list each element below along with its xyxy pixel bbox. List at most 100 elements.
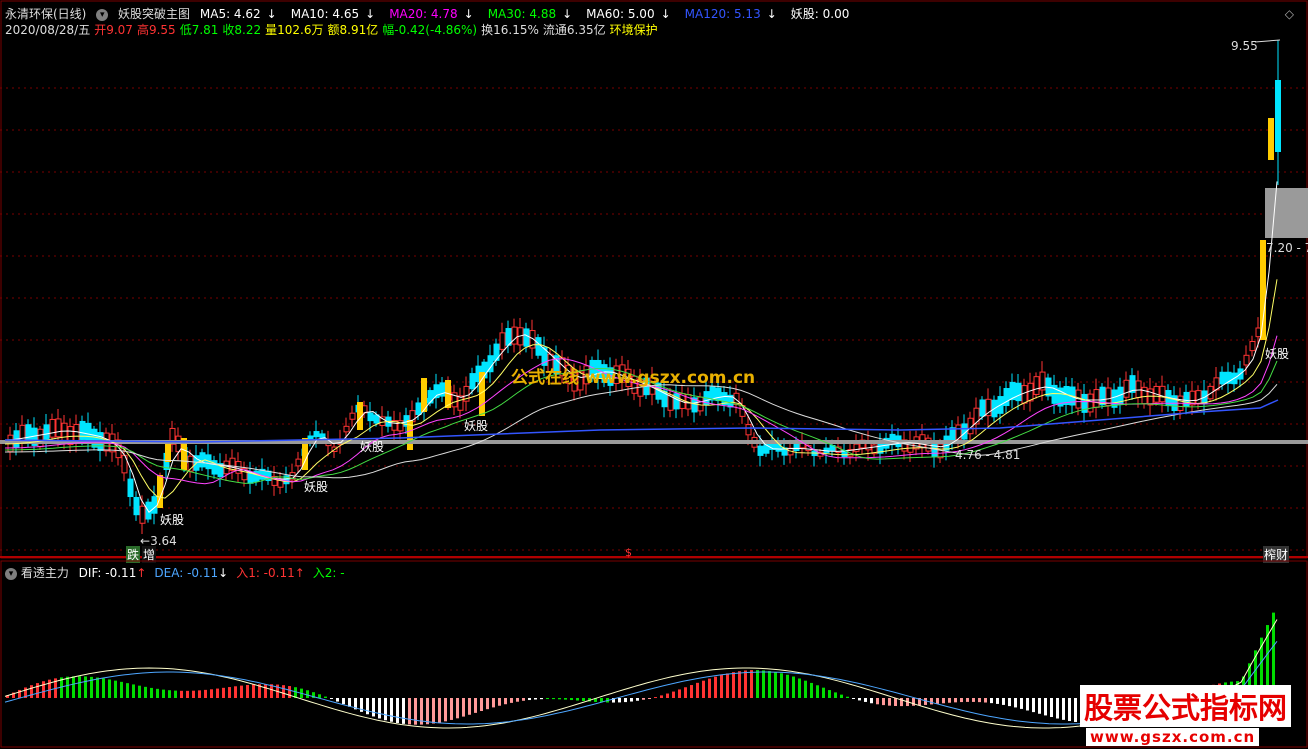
macd-bar — [348, 698, 351, 707]
candle-down — [979, 399, 986, 417]
macd-bar — [636, 698, 639, 701]
arrow-down-icon: ↓ — [562, 7, 573, 21]
macd-bar — [372, 698, 375, 717]
chevron-down-icon[interactable]: ▾ — [96, 8, 109, 21]
candle-down — [469, 373, 476, 390]
macd-bar — [1044, 698, 1047, 716]
macd-bar — [222, 687, 225, 698]
candle-up — [1021, 385, 1028, 404]
macd-bar — [666, 693, 669, 698]
macd-bar — [318, 694, 321, 698]
macd-bar — [474, 698, 477, 713]
macd-bar — [744, 670, 747, 698]
macd-bar — [192, 690, 195, 698]
sub-indicator-label: DIF: -0.11 — [78, 566, 137, 580]
macd-bar — [738, 671, 741, 698]
candle-up — [985, 398, 992, 417]
candle-down — [127, 478, 134, 498]
macd-bar — [564, 698, 567, 700]
macd-bar — [330, 698, 333, 700]
macd-bar — [144, 686, 147, 698]
candle-up — [55, 418, 62, 438]
macd-bar — [888, 698, 891, 706]
macd-bar — [834, 692, 837, 698]
macd-bar — [480, 698, 483, 712]
signal-bar — [1260, 240, 1266, 340]
macd-bar — [720, 674, 723, 698]
ma-label: MA30: 4.88 — [487, 7, 557, 21]
chevron-down-icon[interactable]: ▾ — [5, 567, 17, 580]
macd-bar — [1062, 698, 1065, 720]
macd-bar — [978, 698, 981, 703]
candle-down — [523, 328, 530, 347]
macd-bar — [624, 698, 627, 703]
macd-bar — [522, 698, 525, 701]
ma-item: MA120: 5.13 ↓ — [685, 7, 783, 21]
sub-chart-panel[interactable]: ▾ 看透主力 DIF: -0.11↑ DEA: -0.11↓ 入1: -0.11↑ 入… — [0, 560, 1308, 749]
macd-bar — [186, 690, 189, 698]
candle-up — [73, 423, 80, 443]
macd-bar — [114, 680, 117, 698]
candle-down — [715, 387, 722, 402]
arrow-down-icon: ↓ — [766, 7, 777, 21]
macd-bar — [984, 698, 987, 703]
macd-bar — [336, 698, 339, 702]
main-chart-panel[interactable]: 永清环保(日线) ▾ 妖股突破主图 MA5: 4.62 ↓ MA10: 4.65 ↓ M… — [0, 0, 1308, 563]
quote-field: 低7.81 — [179, 23, 219, 37]
quote-field: 高9.55 — [136, 23, 176, 37]
macd-bar — [534, 698, 537, 700]
sub-indicator-title[interactable]: 看透主力 — [21, 566, 69, 580]
candle-up — [349, 412, 356, 420]
signal-label: 妖股 — [464, 419, 489, 433]
ma-item: MA5: 4.62 ↓ — [200, 7, 283, 21]
candle-down — [79, 420, 86, 440]
candle-down — [151, 496, 158, 514]
macd-bar — [378, 698, 381, 719]
macd-bar — [828, 690, 831, 698]
sub-indicator-label: 入1: -0.11 — [236, 566, 295, 580]
macd-bar — [714, 676, 717, 698]
macd-bar — [432, 698, 435, 724]
macd-bar — [1038, 698, 1041, 714]
macd-bar — [912, 698, 915, 706]
sub-indicator-values: DIF: -0.11↑ DEA: -0.11↓ 入1: -0.11↑ 入2: - — [79, 566, 353, 580]
dollar-icon[interactable]: $ — [625, 546, 632, 559]
candle-up — [1195, 390, 1202, 405]
macd-bar — [78, 676, 81, 698]
quote-field: 开9.07 — [94, 23, 133, 37]
arrow-up-icon: ↑ — [294, 566, 305, 580]
macd-bar — [540, 698, 543, 700]
indicator-title[interactable]: 妖股突破主图 — [118, 7, 190, 21]
macd-bar — [306, 690, 309, 698]
sub-indicator-label: 入2: - — [312, 566, 345, 580]
ma-label: MA120: 5.13 — [684, 7, 761, 21]
macd-bar — [408, 698, 411, 725]
quote-field: 幅-0.42(-4.86%) — [382, 23, 478, 37]
quote-field: 2020/08/28/五 — [5, 23, 91, 37]
candle-down — [415, 402, 422, 415]
macd-bar — [210, 689, 213, 698]
ma-label: MA5: 4.62 — [199, 7, 261, 21]
macd-bar — [234, 686, 237, 698]
macd-bar — [1002, 698, 1005, 705]
candle-up — [973, 407, 980, 425]
macd-bar — [366, 698, 369, 715]
macd-bar — [618, 698, 621, 703]
candle-up — [295, 458, 302, 467]
candle-down — [25, 424, 32, 443]
macd-bar — [846, 696, 849, 698]
candle-down — [1015, 382, 1022, 402]
macd-bar — [396, 698, 399, 723]
macd-bar — [42, 681, 45, 698]
ma-item: MA60: 5.00 ↓ — [586, 7, 676, 21]
diamond-icon[interactable]: ◇ — [1285, 7, 1294, 21]
macd-bar — [66, 676, 69, 698]
macd-bar — [780, 673, 783, 698]
macd-bar — [756, 670, 759, 698]
macd-bar — [708, 678, 711, 698]
macd-bar — [552, 698, 555, 700]
macd-bar — [72, 676, 75, 698]
macd-bar — [852, 698, 855, 699]
candle-down — [91, 428, 98, 448]
candlestick-chart[interactable] — [0, 0, 1308, 560]
